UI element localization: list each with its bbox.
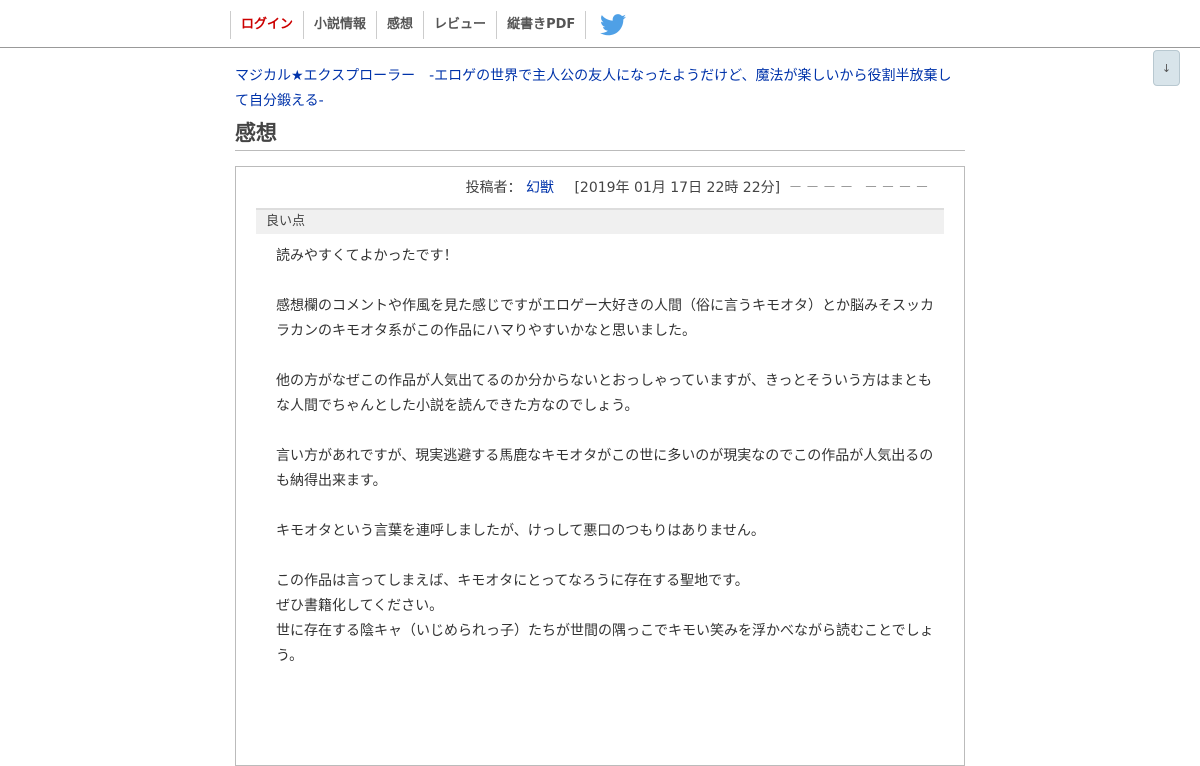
- review-card: 投稿者： 幻獣 [2019年 01月 17日 22時 22分] －－－－ －－－…: [235, 166, 965, 766]
- scroll-down-button[interactable]: ↓: [1153, 50, 1180, 86]
- author-link[interactable]: 幻獣: [526, 180, 554, 196]
- review-line: 世に存在する陰キャ（いじめられっ子）たちが世間の隅っこでキモい笑みを浮かべながら…: [276, 623, 934, 664]
- top-navigation-bar: ログイン 小説情報 感想 レビュー 縦書きPDF: [0, 0, 1200, 48]
- section-heading-good-points: 良い点: [256, 208, 944, 234]
- review-line: [276, 544, 934, 569]
- nav-impressions-link[interactable]: 感想: [376, 11, 423, 39]
- twitter-share-button[interactable]: [592, 11, 634, 39]
- main-content: マジカル★エクスプローラー -エロゲの世界で主人公の友人になったようだけど、魔法…: [235, 64, 965, 766]
- novel-title-link[interactable]: マジカル★エクスプローラー -エロゲの世界で主人公の友人になったようだけど、魔法…: [235, 64, 965, 114]
- rating-placeholder: －－－－ －－－－: [788, 180, 932, 196]
- review-line: [276, 494, 934, 519]
- review-line: 感想欄のコメントや作風を見た感じですがエロゲー大好きの人間（俗に言うキモオタ）と…: [276, 298, 934, 339]
- page-title: 感想: [235, 119, 965, 151]
- nav-novel-info-link[interactable]: 小説情報: [303, 11, 376, 39]
- nav-review-link[interactable]: レビュー: [423, 11, 496, 39]
- review-line: 他の方がなぜこの作品が人気出てるのか分からないとおっしゃっていますが、きっとそう…: [276, 373, 933, 414]
- review-line: [276, 419, 934, 444]
- nav-login-link[interactable]: ログイン: [230, 11, 303, 39]
- twitter-bird-icon: [600, 14, 627, 36]
- review-line: ぜひ書籍化してください。: [276, 598, 444, 614]
- post-date: [2019年 01月 17日 22時 22分]: [574, 180, 781, 196]
- review-line: 言い方があれですが、現実逃避する馬鹿なキモオタがこの世に多いのが現実なのでこの作…: [276, 448, 934, 489]
- author-label: 投稿者：: [465, 180, 522, 196]
- nav-vertical-pdf-link[interactable]: 縦書きPDF: [496, 11, 587, 39]
- review-line: 読みやすくてよかったです！: [276, 248, 458, 264]
- review-body: 読みやすくてよかったです！ 感想欄のコメントや作風を見た感じですがエロゲー大好き…: [256, 234, 944, 669]
- nav-menu: ログイン 小説情報 感想 レビュー 縦書きPDF: [230, 11, 634, 39]
- review-line: この作品は言ってしまえば、キモオタにとってなろうに存在する聖地です。: [276, 573, 749, 589]
- review-line: キモオタという言葉を連呼しましたが、けっして悪口のつもりはありません。: [276, 523, 765, 539]
- review-line: [276, 269, 934, 294]
- review-line: [276, 344, 934, 369]
- review-meta: 投稿者： 幻獣 [2019年 01月 17日 22時 22分] －－－－ －－－…: [256, 177, 944, 208]
